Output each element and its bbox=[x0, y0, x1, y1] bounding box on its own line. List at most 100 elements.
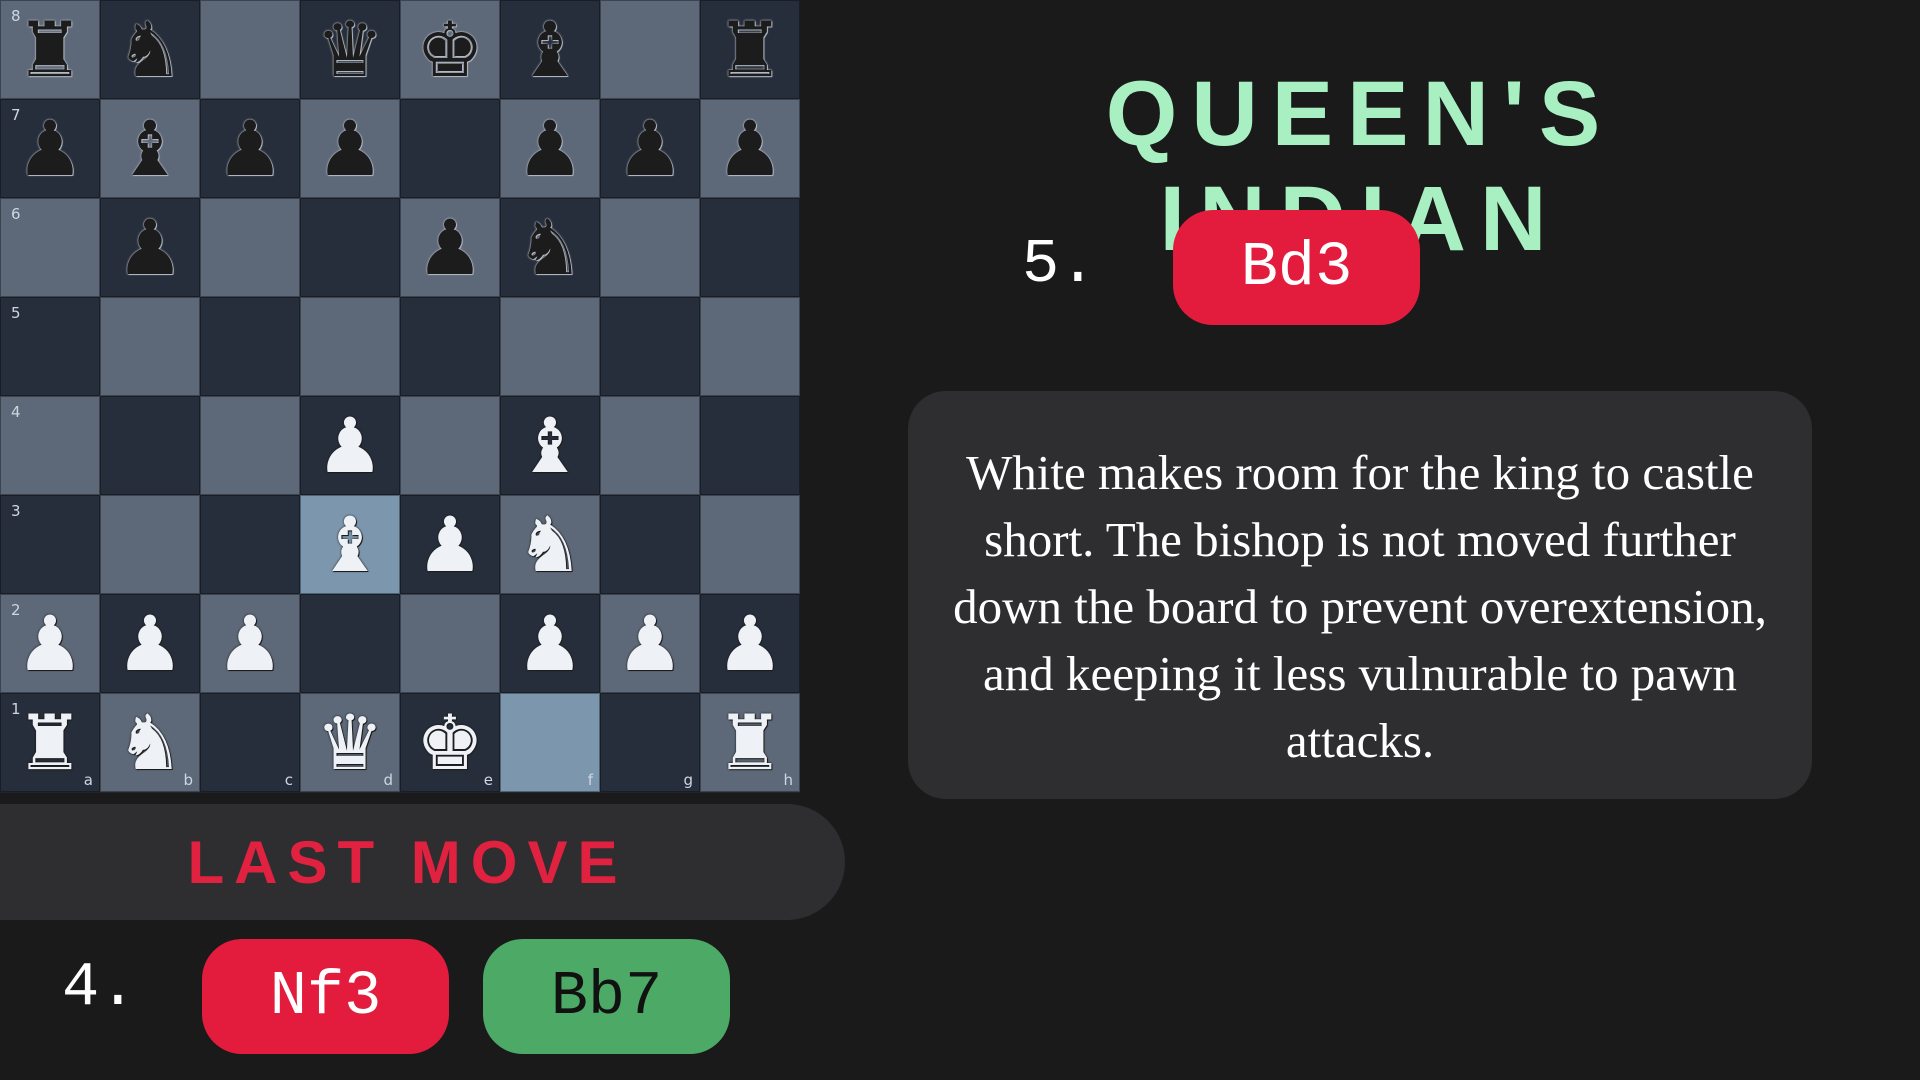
square-g6[interactable] bbox=[600, 198, 700, 297]
rank-label: 7 bbox=[11, 106, 21, 124]
black-pawn-icon[interactable]: ♟ bbox=[616, 110, 684, 187]
square-d8[interactable]: ♛ bbox=[300, 0, 400, 99]
black-pawn-icon[interactable]: ♟ bbox=[516, 110, 584, 187]
white-pawn-icon[interactable]: ♟ bbox=[16, 605, 84, 682]
white-pawn-icon[interactable]: ♟ bbox=[616, 605, 684, 682]
square-f6[interactable]: ♞ bbox=[500, 198, 600, 297]
square-b7[interactable]: ♝ bbox=[100, 99, 200, 198]
square-d2[interactable] bbox=[300, 594, 400, 693]
square-a8[interactable]: 8 ♜ bbox=[0, 0, 100, 99]
square-d4[interactable]: ♟ bbox=[300, 396, 400, 495]
square-c8[interactable] bbox=[200, 0, 300, 99]
square-g4[interactable] bbox=[600, 396, 700, 495]
square-e5[interactable] bbox=[400, 297, 500, 396]
square-e8[interactable]: ♚ bbox=[400, 0, 500, 99]
black-pawn-icon[interactable]: ♟ bbox=[16, 110, 84, 187]
square-e6[interactable]: ♟ bbox=[400, 198, 500, 297]
square-h1[interactable]: h ♜ bbox=[700, 693, 800, 792]
square-d1[interactable]: d ♛ bbox=[300, 693, 400, 792]
square-g3[interactable] bbox=[600, 495, 700, 594]
black-pawn-icon[interactable]: ♟ bbox=[316, 110, 384, 187]
black-bishop-icon[interactable]: ♝ bbox=[116, 110, 184, 187]
square-b2[interactable]: ♟ bbox=[100, 594, 200, 693]
white-knight-icon[interactable]: ♞ bbox=[116, 704, 184, 781]
square-h7[interactable]: ♟ bbox=[700, 99, 800, 198]
black-pawn-icon[interactable]: ♟ bbox=[216, 110, 284, 187]
square-h8[interactable]: ♜ bbox=[700, 0, 800, 99]
chess-board[interactable]: 8 ♜ ♞ ♛ ♚ ♝ ♜ 7 ♟ ♝ ♟ ♟ ♟ ♟ ♟ 6 ♟ ♟ ♞ 5 4 ♟ ♝ 3 ♝ ♟ ♞ 2 ♟ ♟ ♟ ♟ ♟ ♟ 1 a ♜ b ♞ c… bbox=[0, 0, 800, 793]
black-pawn-icon[interactable]: ♟ bbox=[416, 209, 484, 286]
square-h4[interactable] bbox=[700, 396, 800, 495]
square-e7[interactable] bbox=[400, 99, 500, 198]
square-a4[interactable]: 4 bbox=[0, 396, 100, 495]
black-pawn-icon[interactable]: ♟ bbox=[716, 110, 784, 187]
square-b5[interactable] bbox=[100, 297, 200, 396]
square-a3[interactable]: 3 bbox=[0, 495, 100, 594]
square-g7[interactable]: ♟ bbox=[600, 99, 700, 198]
square-g2[interactable]: ♟ bbox=[600, 594, 700, 693]
square-f5[interactable] bbox=[500, 297, 600, 396]
white-pawn-icon[interactable]: ♟ bbox=[416, 506, 484, 583]
square-c7[interactable]: ♟ bbox=[200, 99, 300, 198]
square-g5[interactable] bbox=[600, 297, 700, 396]
rank-label: 4 bbox=[11, 403, 21, 421]
black-knight-icon[interactable]: ♞ bbox=[516, 209, 584, 286]
square-h3[interactable] bbox=[700, 495, 800, 594]
square-f2[interactable]: ♟ bbox=[500, 594, 600, 693]
square-d3[interactable]: ♝ bbox=[300, 495, 400, 594]
square-f1[interactable]: f bbox=[500, 693, 600, 792]
square-a2[interactable]: 2 ♟ bbox=[0, 594, 100, 693]
square-h2[interactable]: ♟ bbox=[700, 594, 800, 693]
square-f8[interactable]: ♝ bbox=[500, 0, 600, 99]
white-pawn-icon[interactable]: ♟ bbox=[216, 605, 284, 682]
white-rook-icon[interactable]: ♜ bbox=[16, 704, 84, 781]
black-pawn-icon[interactable]: ♟ bbox=[116, 209, 184, 286]
white-pawn-icon[interactable]: ♟ bbox=[516, 605, 584, 682]
square-d6[interactable] bbox=[300, 198, 400, 297]
square-c3[interactable] bbox=[200, 495, 300, 594]
square-b4[interactable] bbox=[100, 396, 200, 495]
square-a6[interactable]: 6 bbox=[0, 198, 100, 297]
square-h6[interactable] bbox=[700, 198, 800, 297]
square-g1[interactable]: g bbox=[600, 693, 700, 792]
square-b1[interactable]: b ♞ bbox=[100, 693, 200, 792]
black-king-icon[interactable]: ♚ bbox=[416, 11, 484, 88]
square-e2[interactable] bbox=[400, 594, 500, 693]
square-f7[interactable]: ♟ bbox=[500, 99, 600, 198]
white-knight-icon[interactable]: ♞ bbox=[516, 506, 584, 583]
black-rook-icon[interactable]: ♜ bbox=[16, 11, 84, 88]
square-b6[interactable]: ♟ bbox=[100, 198, 200, 297]
square-d7[interactable]: ♟ bbox=[300, 99, 400, 198]
white-pawn-icon[interactable]: ♟ bbox=[316, 407, 384, 484]
square-c6[interactable] bbox=[200, 198, 300, 297]
square-e3[interactable]: ♟ bbox=[400, 495, 500, 594]
black-queen-icon[interactable]: ♛ bbox=[316, 11, 384, 88]
black-bishop-icon[interactable]: ♝ bbox=[516, 11, 584, 88]
square-a5[interactable]: 5 bbox=[0, 297, 100, 396]
square-c4[interactable] bbox=[200, 396, 300, 495]
explanation-text: White makes room for the king to castle … bbox=[953, 445, 1767, 768]
square-c5[interactable] bbox=[200, 297, 300, 396]
square-d5[interactable] bbox=[300, 297, 400, 396]
white-pawn-icon[interactable]: ♟ bbox=[716, 605, 784, 682]
square-e4[interactable] bbox=[400, 396, 500, 495]
white-pawn-icon[interactable]: ♟ bbox=[116, 605, 184, 682]
square-h5[interactable] bbox=[700, 297, 800, 396]
black-rook-icon[interactable]: ♜ bbox=[716, 11, 784, 88]
white-bishop-icon[interactable]: ♝ bbox=[316, 506, 384, 583]
square-b8[interactable]: ♞ bbox=[100, 0, 200, 99]
square-a1[interactable]: 1 a ♜ bbox=[0, 693, 100, 792]
square-f3[interactable]: ♞ bbox=[500, 495, 600, 594]
square-c2[interactable]: ♟ bbox=[200, 594, 300, 693]
square-b3[interactable] bbox=[100, 495, 200, 594]
square-f4[interactable]: ♝ bbox=[500, 396, 600, 495]
square-g8[interactable] bbox=[600, 0, 700, 99]
black-knight-icon[interactable]: ♞ bbox=[116, 11, 184, 88]
white-queen-icon[interactable]: ♛ bbox=[316, 704, 384, 781]
white-bishop-icon[interactable]: ♝ bbox=[516, 407, 584, 484]
white-rook-icon[interactable]: ♜ bbox=[716, 704, 784, 781]
white-king-icon[interactable]: ♚ bbox=[416, 704, 484, 781]
square-e1[interactable]: e ♚ bbox=[400, 693, 500, 792]
square-c1[interactable]: c bbox=[200, 693, 300, 792]
square-a7[interactable]: 7 ♟ bbox=[0, 99, 100, 198]
